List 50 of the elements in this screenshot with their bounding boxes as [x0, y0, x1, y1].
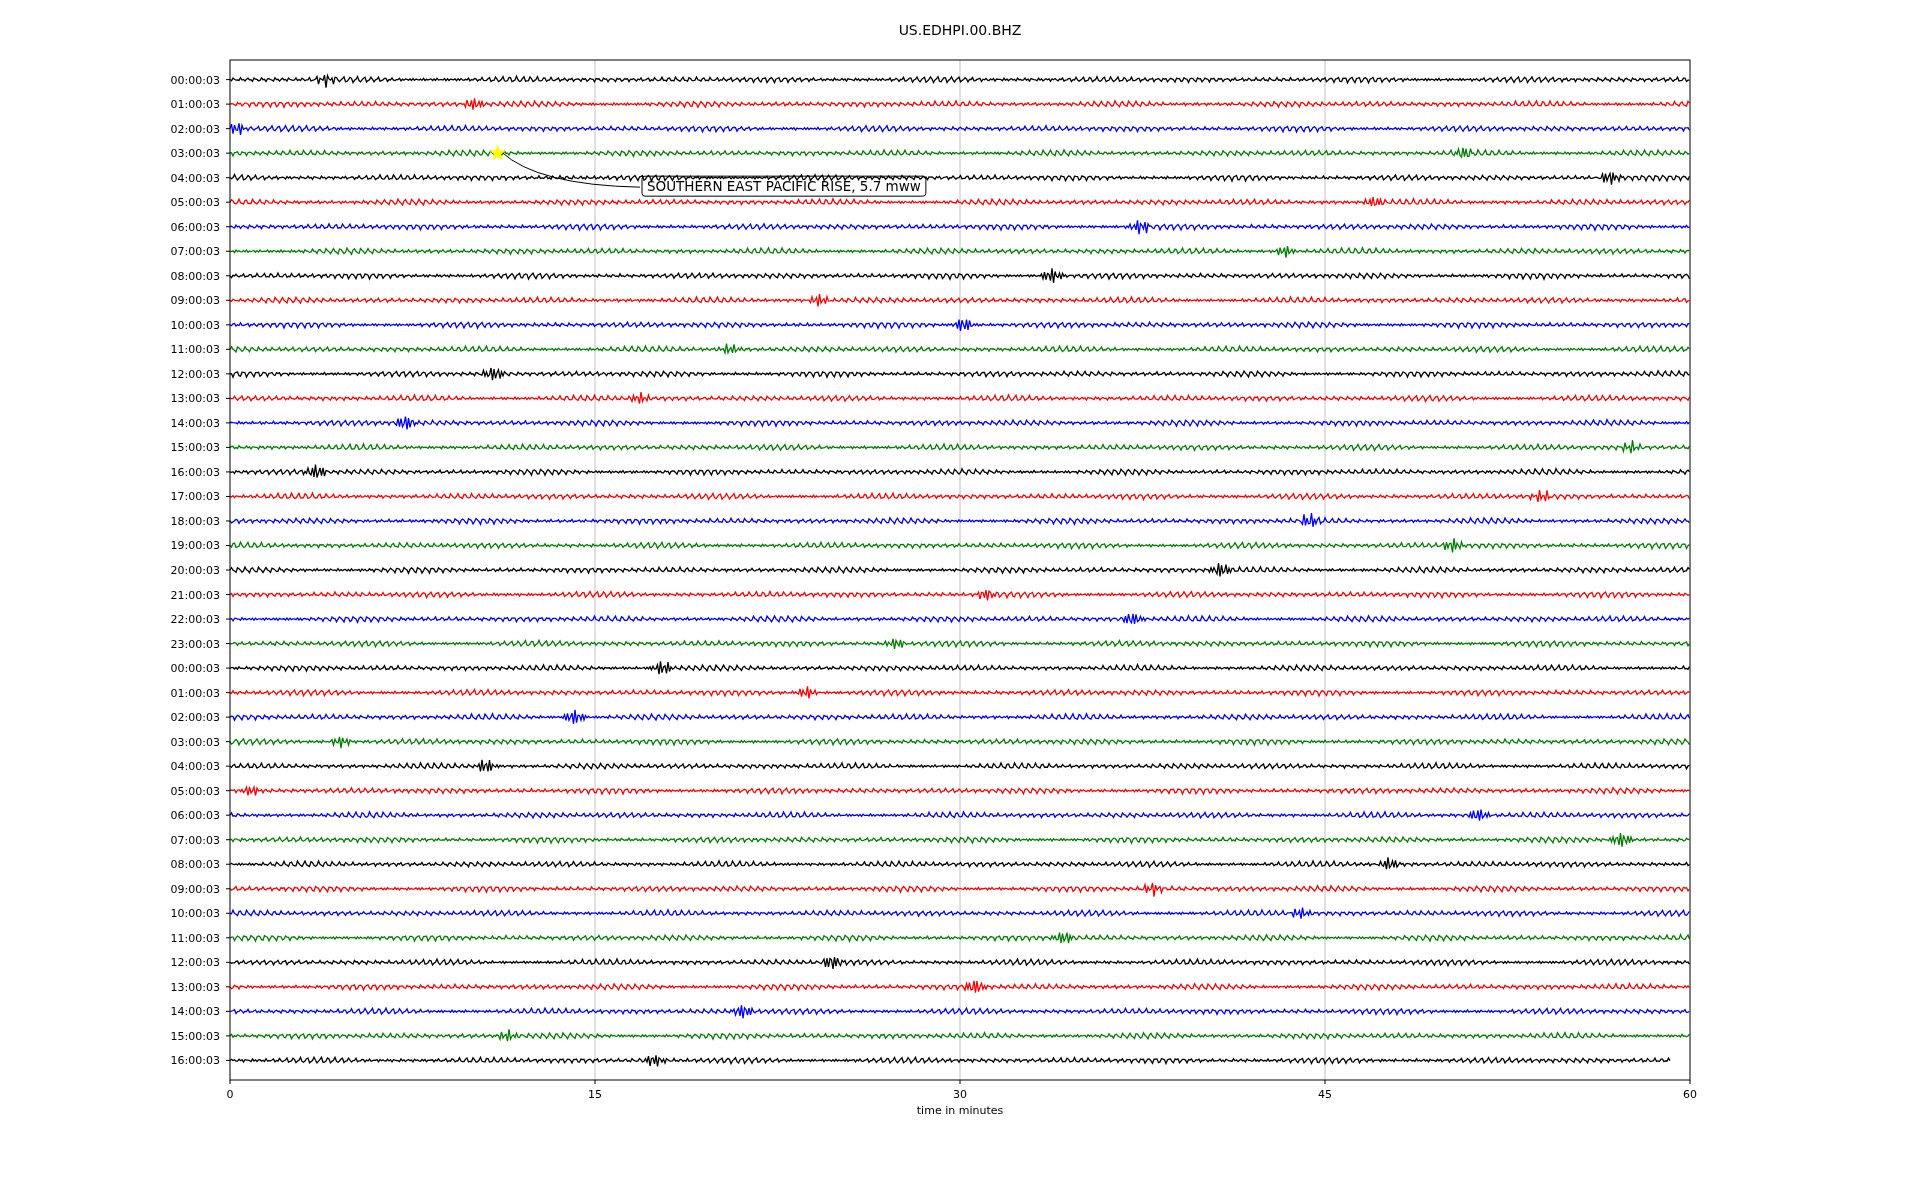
- y-tick-label: 22:00:03: [170, 613, 220, 627]
- y-tick-label: 18:00:03: [170, 514, 220, 528]
- y-tick-label: 01:00:03: [170, 98, 220, 112]
- y-tick-label: 09:00:03: [170, 882, 220, 896]
- y-tick-label: 10:00:03: [170, 318, 220, 332]
- y-tick-label: 11:00:03: [170, 931, 220, 945]
- y-tick-label: 09:00:03: [170, 294, 220, 308]
- y-tick-label: 08:00:03: [170, 858, 220, 872]
- y-tick-label: 19:00:03: [170, 539, 220, 553]
- y-tick-label: 02:00:03: [170, 711, 220, 725]
- y-tick-label: 05:00:03: [170, 196, 220, 210]
- y-tick-label: 07:00:03: [170, 245, 220, 259]
- y-tick-label: 05:00:03: [170, 784, 220, 798]
- y-tick-label: 03:00:03: [170, 735, 220, 749]
- y-tick-label: 10:00:03: [170, 907, 220, 921]
- y-tick-label: 21:00:03: [170, 588, 220, 602]
- y-tick-label: 13:00:03: [170, 392, 220, 406]
- x-tick-label: 0: [226, 1088, 234, 1101]
- y-tick-label: 14:00:03: [170, 416, 220, 430]
- y-tick-label: 01:00:03: [170, 686, 220, 700]
- y-tick-label: 00:00:03: [170, 662, 220, 676]
- y-tick-label: 04:00:03: [170, 760, 220, 774]
- event-star-icon: [489, 144, 507, 161]
- y-tick-label: 16:00:03: [170, 1054, 220, 1068]
- y-tick-label: 23:00:03: [170, 637, 220, 651]
- y-tick-label: 04:00:03: [170, 171, 220, 185]
- y-tick-label: 17:00:03: [170, 490, 220, 504]
- x-tick-label: 15: [588, 1088, 602, 1101]
- y-tick-label: 06:00:03: [170, 809, 220, 823]
- y-tick-label: 00:00:03: [170, 73, 220, 87]
- y-tick-label: 11:00:03: [170, 343, 220, 357]
- y-tick-label: 16:00:03: [170, 465, 220, 479]
- y-tick-label: 08:00:03: [170, 269, 220, 283]
- y-tick-label: 12:00:03: [170, 956, 220, 970]
- y-tick-label: 15:00:03: [170, 441, 220, 455]
- chart-title: US.EDHPI.00.BHZ: [898, 22, 1022, 38]
- y-tick-label: 13:00:03: [170, 980, 220, 994]
- y-tick-label: 15:00:03: [170, 1029, 220, 1043]
- x-tick-label: 30: [953, 1088, 967, 1101]
- y-tick-label: 02:00:03: [170, 122, 220, 136]
- y-tick-label: 20:00:03: [170, 564, 220, 577]
- x-tick-label: 45: [1318, 1088, 1332, 1101]
- y-tick-label: 03:00:03: [170, 147, 220, 161]
- y-tick-label: 07:00:03: [170, 833, 220, 847]
- x-axis-label: time in minutes: [916, 1104, 1004, 1117]
- y-tick-label: 12:00:03: [170, 367, 220, 381]
- y-tick-label: 14:00:03: [170, 1005, 220, 1019]
- y-tick-label: 06:00:03: [170, 220, 220, 234]
- event-label: SOUTHERN EAST PACIFIC RISE, 5.7 mww: [641, 175, 927, 197]
- x-tick-label: 60: [1683, 1088, 1697, 1101]
